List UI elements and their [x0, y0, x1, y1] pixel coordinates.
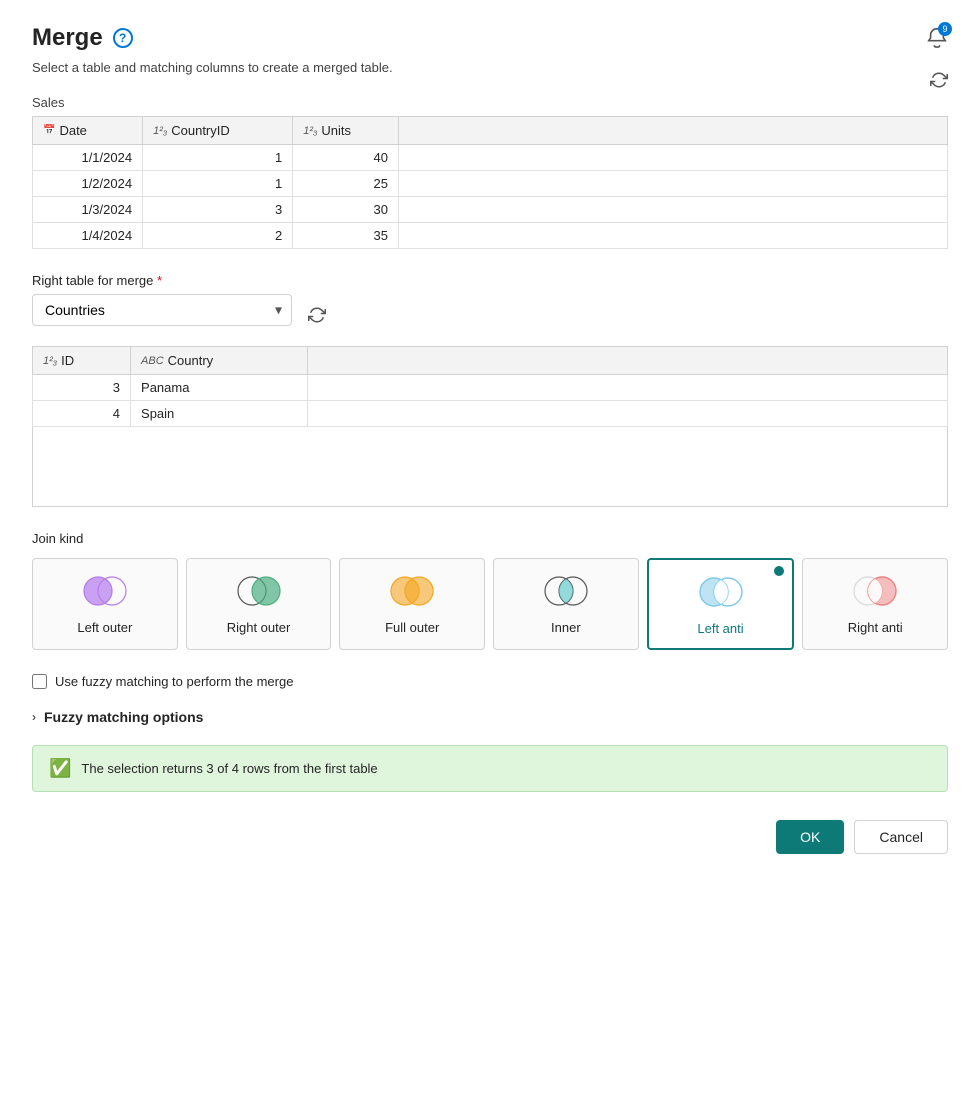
table-row[interactable]: 1/3/2024 3 30 — [33, 197, 948, 223]
venn-diagram-left-anti — [696, 576, 746, 611]
cell-countryid: 3 — [143, 197, 293, 223]
right-table-label: Right table for merge * — [32, 273, 948, 288]
number-icon-3: 1²₃ — [43, 355, 57, 367]
right-table-section: 1²₃ ID ABC Country 3 Panama 4 Spain — [32, 346, 948, 507]
cell-empty — [399, 223, 948, 249]
cell-empty — [399, 197, 948, 223]
success-banner: ✅ The selection returns 3 of 4 rows from… — [32, 745, 948, 792]
cell-units: 30 — [293, 197, 399, 223]
right-table-select[interactable]: Countries — [32, 294, 292, 326]
table-row[interactable]: 1/1/2024 1 40 — [33, 145, 948, 171]
join-option-label-full-outer: Full outer — [385, 620, 439, 635]
left-col-empty — [399, 117, 948, 145]
cell-countryid: 2 — [143, 223, 293, 249]
cell-country: Panama — [131, 375, 307, 401]
number-icon-2: 1²₃ — [303, 125, 317, 137]
cell-units: 25 — [293, 171, 399, 197]
left-col-date[interactable]: 📅 Date — [33, 117, 143, 145]
cell-countryid: 1 — [143, 145, 293, 171]
venn-diagram-left-outer — [80, 575, 130, 610]
help-icon[interactable]: ? — [113, 28, 133, 48]
join-option-label-right-anti: Right anti — [848, 620, 903, 635]
join-kind-label: Join kind — [32, 531, 948, 546]
right-table-label-row: Right table for merge * Countries ▾ — [32, 273, 948, 338]
left-table-name: Sales — [32, 95, 948, 110]
left-table-section: Sales 📅 Date 1²₃ CountryID — [32, 95, 948, 249]
left-table: 📅 Date 1²₃ CountryID 1²₃ Units — [32, 116, 948, 249]
left-col-units[interactable]: 1²₃ Units — [293, 117, 399, 145]
join-option-inner[interactable]: Inner — [493, 558, 639, 650]
venn-diagram-inner — [541, 575, 591, 610]
venn-diagram-right-outer — [234, 575, 284, 610]
cell-date: 1/3/2024 — [33, 197, 143, 223]
join-option-label-right-outer: Right outer — [227, 620, 291, 635]
cell-date: 1/4/2024 — [33, 223, 143, 249]
cell-empty — [399, 145, 948, 171]
join-option-left-anti[interactable]: Left anti — [647, 558, 795, 650]
number-icon: 1²₃ — [153, 125, 167, 137]
right-table-dropdown-wrapper: Countries ▾ — [32, 294, 292, 326]
cell-empty — [307, 401, 948, 427]
join-options: Left outer Right outer Full outer Inner — [32, 558, 948, 650]
table-row[interactable]: 4 Spain — [33, 401, 948, 427]
left-col-countryid[interactable]: 1²₃ CountryID — [143, 117, 293, 145]
join-option-full-outer[interactable]: Full outer — [339, 558, 485, 650]
refresh-left-icon[interactable] — [930, 71, 948, 92]
header: Merge ? 9 — [32, 24, 948, 52]
join-option-right-anti[interactable]: Right anti — [802, 558, 948, 650]
fuzzy-match-checkbox[interactable] — [32, 674, 47, 689]
cell-empty — [307, 375, 948, 401]
cell-empty — [399, 171, 948, 197]
fuzzy-options-label[interactable]: Fuzzy matching options — [44, 709, 203, 725]
refresh-right-icon[interactable] — [308, 306, 326, 327]
cell-units: 40 — [293, 145, 399, 171]
right-col-empty — [307, 347, 948, 375]
right-col-id[interactable]: 1²₃ ID — [33, 347, 131, 375]
footer-buttons: OK Cancel — [32, 820, 948, 854]
table-row[interactable]: 1/4/2024 2 35 — [33, 223, 948, 249]
fuzzy-options-row[interactable]: › Fuzzy matching options — [32, 709, 948, 725]
join-option-label-left-anti: Left anti — [697, 621, 743, 636]
table-row[interactable]: 1/2/2024 1 25 — [33, 171, 948, 197]
fuzzy-match-row: Use fuzzy matching to perform the merge — [32, 674, 948, 689]
chevron-right-icon[interactable]: › — [32, 710, 36, 724]
cancel-button[interactable]: Cancel — [854, 820, 948, 854]
ok-button[interactable]: OK — [776, 820, 844, 854]
fuzzy-match-label[interactable]: Use fuzzy matching to perform the merge — [55, 674, 293, 689]
venn-diagram-right-anti — [850, 575, 900, 610]
selected-indicator — [774, 566, 784, 576]
join-option-label-inner: Inner — [551, 620, 581, 635]
page-subtitle: Select a table and matching columns to c… — [32, 60, 948, 75]
notification-icon[interactable]: 9 — [926, 26, 948, 51]
cell-units: 35 — [293, 223, 399, 249]
table-row[interactable]: 3 Panama — [33, 375, 948, 401]
join-option-label-left-outer: Left outer — [77, 620, 132, 635]
cell-date: 1/1/2024 — [33, 145, 143, 171]
success-icon: ✅ — [49, 758, 71, 779]
cell-id: 4 — [33, 401, 131, 427]
success-message: The selection returns 3 of 4 rows from t… — [81, 761, 377, 776]
text-icon: ABC — [141, 355, 164, 367]
calendar-icon: 📅 — [43, 125, 55, 136]
venn-diagram-full-outer — [387, 575, 437, 610]
cell-countryid: 1 — [143, 171, 293, 197]
page-title: Merge — [32, 24, 103, 52]
right-table: 1²₃ ID ABC Country 3 Panama 4 Spain — [32, 346, 948, 427]
notification-badge: 9 — [938, 22, 952, 36]
join-option-right-outer[interactable]: Right outer — [186, 558, 332, 650]
cell-date: 1/2/2024 — [33, 171, 143, 197]
cell-country: Spain — [131, 401, 307, 427]
join-option-left-outer[interactable]: Left outer — [32, 558, 178, 650]
title-area: Merge ? — [32, 24, 133, 52]
cell-id: 3 — [33, 375, 131, 401]
right-col-country[interactable]: ABC Country — [131, 347, 307, 375]
